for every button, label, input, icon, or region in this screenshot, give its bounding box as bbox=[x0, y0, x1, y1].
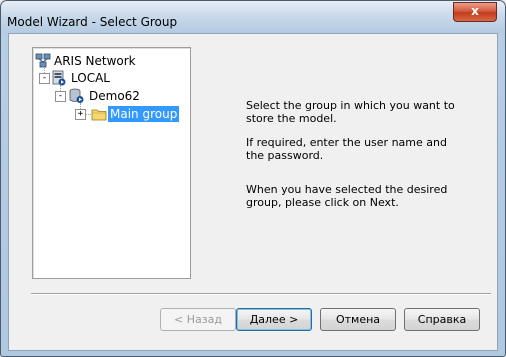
title-bar[interactable]: Model Wizard - Select Group x bbox=[1, 1, 505, 33]
tree-item-label: Demo62 bbox=[89, 89, 140, 103]
wizard-window: Model Wizard - Select Group x ARIS Netwo bbox=[0, 0, 506, 357]
back-button[interactable]: < Назад bbox=[160, 308, 236, 331]
divider bbox=[31, 293, 491, 295]
tree-item-label: Main group bbox=[108, 106, 180, 122]
network-icon bbox=[35, 53, 51, 68]
collapse-toggle[interactable]: - bbox=[39, 73, 50, 84]
server-icon bbox=[52, 70, 66, 86]
next-button[interactable]: Далее > bbox=[236, 308, 312, 331]
dialog-body: ARIS Network - LOCAL - Demo62 + Main gro… bbox=[8, 33, 498, 351]
tree-item-label: ARIS Network bbox=[54, 54, 136, 68]
instruction-text-1: Select the group in which you want to st… bbox=[246, 99, 455, 125]
cancel-button[interactable]: Отмена bbox=[320, 308, 396, 331]
close-icon: x bbox=[471, 4, 479, 18]
tree-item-label: LOCAL bbox=[71, 71, 110, 85]
folder-icon bbox=[91, 109, 107, 121]
help-button[interactable]: Справка bbox=[404, 308, 480, 331]
expand-toggle[interactable]: + bbox=[75, 109, 86, 120]
group-tree[interactable]: ARIS Network - LOCAL - Demo62 + Main gro… bbox=[32, 47, 191, 279]
instruction-text-3: When you have selected the desired group… bbox=[246, 183, 448, 209]
close-button[interactable]: x bbox=[453, 2, 497, 22]
instruction-text-2: If required, enter the user name and the… bbox=[246, 136, 447, 162]
database-icon bbox=[69, 88, 84, 103]
window-title: Model Wizard - Select Group bbox=[7, 15, 178, 29]
collapse-toggle[interactable]: - bbox=[55, 91, 66, 102]
